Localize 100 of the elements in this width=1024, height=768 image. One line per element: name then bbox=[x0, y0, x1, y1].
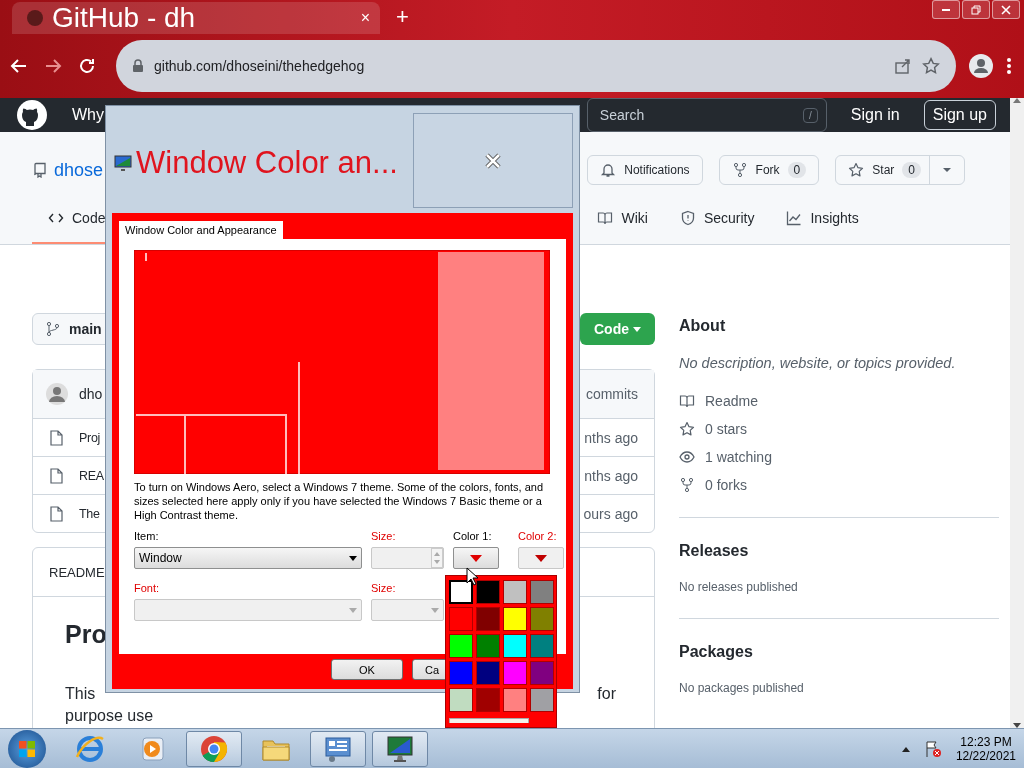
color-swatch[interactable] bbox=[449, 607, 473, 631]
close-icon bbox=[484, 152, 502, 169]
star-button[interactable]: Star 0 bbox=[835, 155, 965, 185]
shield-icon bbox=[679, 210, 696, 226]
color-swatch[interactable] bbox=[530, 634, 554, 658]
repo-tab[interactable]: Wiki bbox=[581, 194, 664, 244]
tray-expand-icon bbox=[901, 746, 910, 752]
caret-icon bbox=[349, 555, 357, 561]
browser-tab[interactable]: GitHub - dh × bbox=[12, 2, 380, 34]
globe-e-icon bbox=[74, 733, 106, 765]
watch-button[interactable]: Notifications bbox=[587, 155, 703, 185]
scrollbar[interactable] bbox=[1010, 98, 1024, 728]
close-window-button[interactable] bbox=[992, 0, 1020, 19]
about-heading: About bbox=[679, 317, 727, 335]
color-swatch[interactable] bbox=[449, 688, 473, 712]
palette-button[interactable] bbox=[449, 718, 529, 723]
line-graph-icon bbox=[786, 210, 803, 226]
sign-in-link[interactable]: Sign in bbox=[850, 106, 900, 124]
file-time: ours ago bbox=[583, 505, 638, 522]
color-swatch[interactable] bbox=[530, 607, 554, 631]
new-tab-button[interactable]: + bbox=[396, 4, 409, 30]
kebab-menu-icon bbox=[1006, 56, 1012, 76]
color-swatch[interactable] bbox=[503, 607, 527, 631]
repo-stat-link[interactable]: Readme bbox=[705, 393, 758, 409]
color-swatch[interactable] bbox=[476, 580, 500, 604]
color-swatch[interactable] bbox=[449, 580, 473, 604]
color-swatch[interactable] bbox=[503, 688, 527, 712]
tab-title: GitHub - dh bbox=[52, 2, 197, 34]
color-swatch[interactable] bbox=[530, 580, 554, 604]
share-icon bbox=[894, 57, 912, 75]
clock-time[interactable]: 12:23 PM bbox=[960, 735, 1012, 749]
dialog-tab[interactable]: Window Color and Appearance bbox=[119, 221, 283, 239]
field-label: Size: bbox=[371, 582, 397, 596]
repo-tab[interactable]: Security bbox=[663, 194, 771, 244]
chrome-circle-icon bbox=[198, 733, 230, 765]
repo-stat-link[interactable]: 0 forks bbox=[705, 477, 747, 493]
shortcut-key-hint: / bbox=[803, 107, 818, 123]
eye-icon bbox=[679, 449, 695, 465]
color-swatch[interactable] bbox=[530, 688, 554, 712]
monitor-icon bbox=[384, 733, 416, 765]
repo-owner-link[interactable]: dhose bbox=[54, 159, 104, 181]
repo-stat-link[interactable]: 0 stars bbox=[705, 421, 747, 437]
file-name[interactable]: Proj bbox=[79, 430, 101, 445]
star-icon bbox=[848, 162, 865, 178]
branch-icon bbox=[45, 321, 61, 337]
start-button[interactable] bbox=[8, 730, 46, 768]
repo-tab[interactable]: Insights bbox=[770, 194, 875, 244]
commit-author[interactable]: dho bbox=[79, 386, 103, 402]
nav-link[interactable]: Why bbox=[72, 106, 104, 124]
releases-heading: Releases bbox=[679, 542, 750, 560]
commits-link[interactable]: commits bbox=[585, 386, 638, 402]
taskbar-button[interactable] bbox=[186, 731, 242, 767]
readme-text: purpose use bbox=[65, 707, 154, 724]
color-button[interactable] bbox=[453, 547, 499, 569]
color-swatch[interactable] bbox=[476, 634, 500, 658]
dropdown-field[interactable] bbox=[134, 599, 362, 621]
field-label: Item: bbox=[134, 530, 160, 544]
taskbar-button[interactable] bbox=[310, 731, 366, 767]
address-bar[interactable]: github.com/dhoseini/thehedgehog bbox=[116, 40, 956, 92]
number-field[interactable] bbox=[371, 547, 444, 569]
caret-icon bbox=[633, 326, 641, 332]
dialog-button[interactable]: OK bbox=[331, 659, 403, 680]
clock-date[interactable]: 12/22/2021 bbox=[955, 749, 1016, 763]
count-badge: 0 bbox=[787, 162, 807, 178]
book-icon bbox=[597, 210, 614, 226]
color-swatch[interactable] bbox=[476, 607, 500, 631]
color-swatch[interactable] bbox=[503, 634, 527, 658]
tab-close-button[interactable]: × bbox=[360, 9, 370, 27]
dropdown-field[interactable]: Window bbox=[134, 547, 362, 569]
color-swatch[interactable] bbox=[503, 661, 527, 685]
fork-button[interactable]: Fork 0 bbox=[718, 155, 820, 185]
url-text: github.com/dhoseini/thehedgehog bbox=[154, 58, 366, 74]
color-swatch[interactable] bbox=[530, 661, 554, 685]
readme-text: for bbox=[597, 684, 616, 704]
color-button[interactable] bbox=[518, 547, 564, 569]
file-icon bbox=[49, 429, 63, 446]
restore-button[interactable] bbox=[962, 0, 990, 19]
restore-icon bbox=[971, 4, 981, 15]
sign-up-button[interactable]: Sign up bbox=[923, 100, 996, 130]
fork-icon bbox=[731, 162, 748, 178]
repo-stat-link[interactable]: 1 watching bbox=[705, 449, 772, 465]
packages-note: No packages published bbox=[679, 681, 805, 695]
taskbar-button[interactable] bbox=[372, 731, 428, 767]
color-swatch[interactable] bbox=[449, 661, 473, 685]
file-name[interactable]: REA bbox=[79, 468, 104, 483]
close-button[interactable] bbox=[413, 113, 573, 208]
about-description: No description, website, or topics provided. bbox=[679, 355, 957, 371]
lock-icon bbox=[132, 59, 144, 73]
color-swatch[interactable] bbox=[476, 661, 500, 685]
color-swatch[interactable] bbox=[449, 634, 473, 658]
star-icon bbox=[922, 57, 940, 75]
color-swatch[interactable] bbox=[476, 688, 500, 712]
minimize-button[interactable] bbox=[932, 0, 960, 19]
color-swatch[interactable] bbox=[503, 580, 527, 604]
dropdown-field[interactable] bbox=[371, 599, 444, 621]
file-name[interactable]: The bbox=[79, 506, 100, 521]
close-icon bbox=[1001, 4, 1011, 15]
avatar-icon bbox=[45, 382, 69, 406]
spinner-arrows-icon bbox=[431, 548, 443, 568]
minimize-icon bbox=[941, 8, 951, 11]
